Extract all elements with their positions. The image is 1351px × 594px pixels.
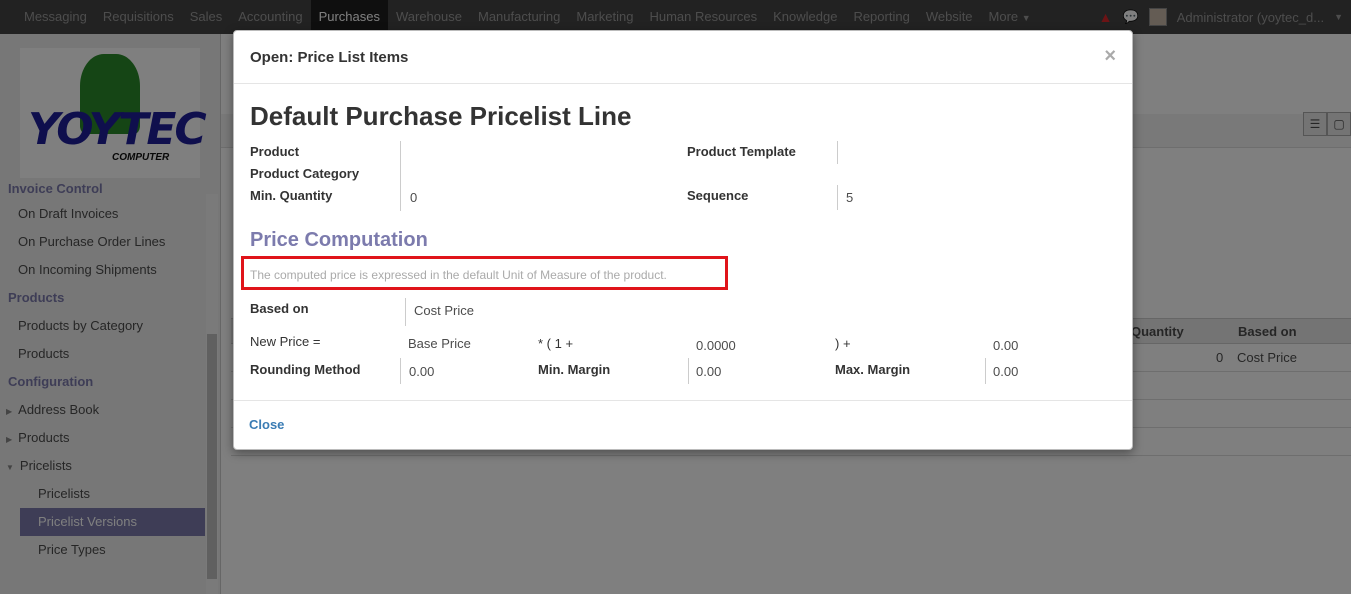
sequence-field[interactable]: 5 (846, 190, 853, 205)
min-margin-label: Min. Margin (538, 362, 611, 377)
price-list-item-dialog: Open: Price List Items × Default Purchas… (233, 30, 1133, 450)
based-on-label: Based on (250, 301, 309, 316)
modal-header: Open: Price List Items × (234, 31, 1132, 84)
rounding-method-field[interactable]: 0.00 (409, 364, 434, 379)
field-divider (400, 358, 401, 384)
surcharge-field[interactable]: 0.00 (993, 338, 1018, 353)
modal-title: Open: Price List Items (250, 49, 409, 66)
product-template-label: Product Template (687, 144, 796, 159)
field-divider (688, 358, 689, 384)
price-computation-heading: Price Computation (250, 229, 428, 251)
field-divider (985, 358, 986, 384)
new-price-label: New Price = (250, 334, 321, 349)
close-icon[interactable]: × (1104, 45, 1116, 68)
rounding-method-label: Rounding Method (250, 362, 361, 377)
product-template-field[interactable] (846, 144, 1096, 162)
product-category-label: Product Category (250, 166, 360, 181)
max-margin-label: Max. Margin (835, 362, 911, 377)
product-label: Product (250, 144, 300, 159)
plus-label: ) + (835, 336, 851, 351)
max-margin-field[interactable]: 0.00 (993, 364, 1018, 379)
based-on-field[interactable]: Cost Price (414, 303, 474, 318)
field-divider (837, 141, 838, 164)
min-margin-field[interactable]: 0.00 (696, 364, 721, 379)
form-title: Default Purchase Pricelist Line (250, 101, 632, 131)
modal-body: Default Purchase Pricelist Line Product … (234, 84, 1132, 400)
product-field[interactable] (410, 144, 660, 162)
multiplier-label: * ( 1 + (538, 336, 574, 351)
uom-note: The computed price is expressed in the d… (250, 268, 667, 282)
close-button[interactable]: Close (249, 417, 284, 432)
min-quantity-label: Min. Quantity (250, 188, 333, 203)
base-price-field[interactable]: Base Price (408, 336, 471, 351)
field-divider (405, 298, 406, 326)
sequence-label: Sequence (687, 188, 749, 203)
field-divider (400, 141, 401, 211)
discount-field[interactable]: 0.0000 (696, 338, 736, 353)
modal-footer: Close (234, 400, 1132, 450)
min-quantity-field[interactable]: 0 (410, 190, 417, 205)
field-divider (837, 185, 838, 210)
